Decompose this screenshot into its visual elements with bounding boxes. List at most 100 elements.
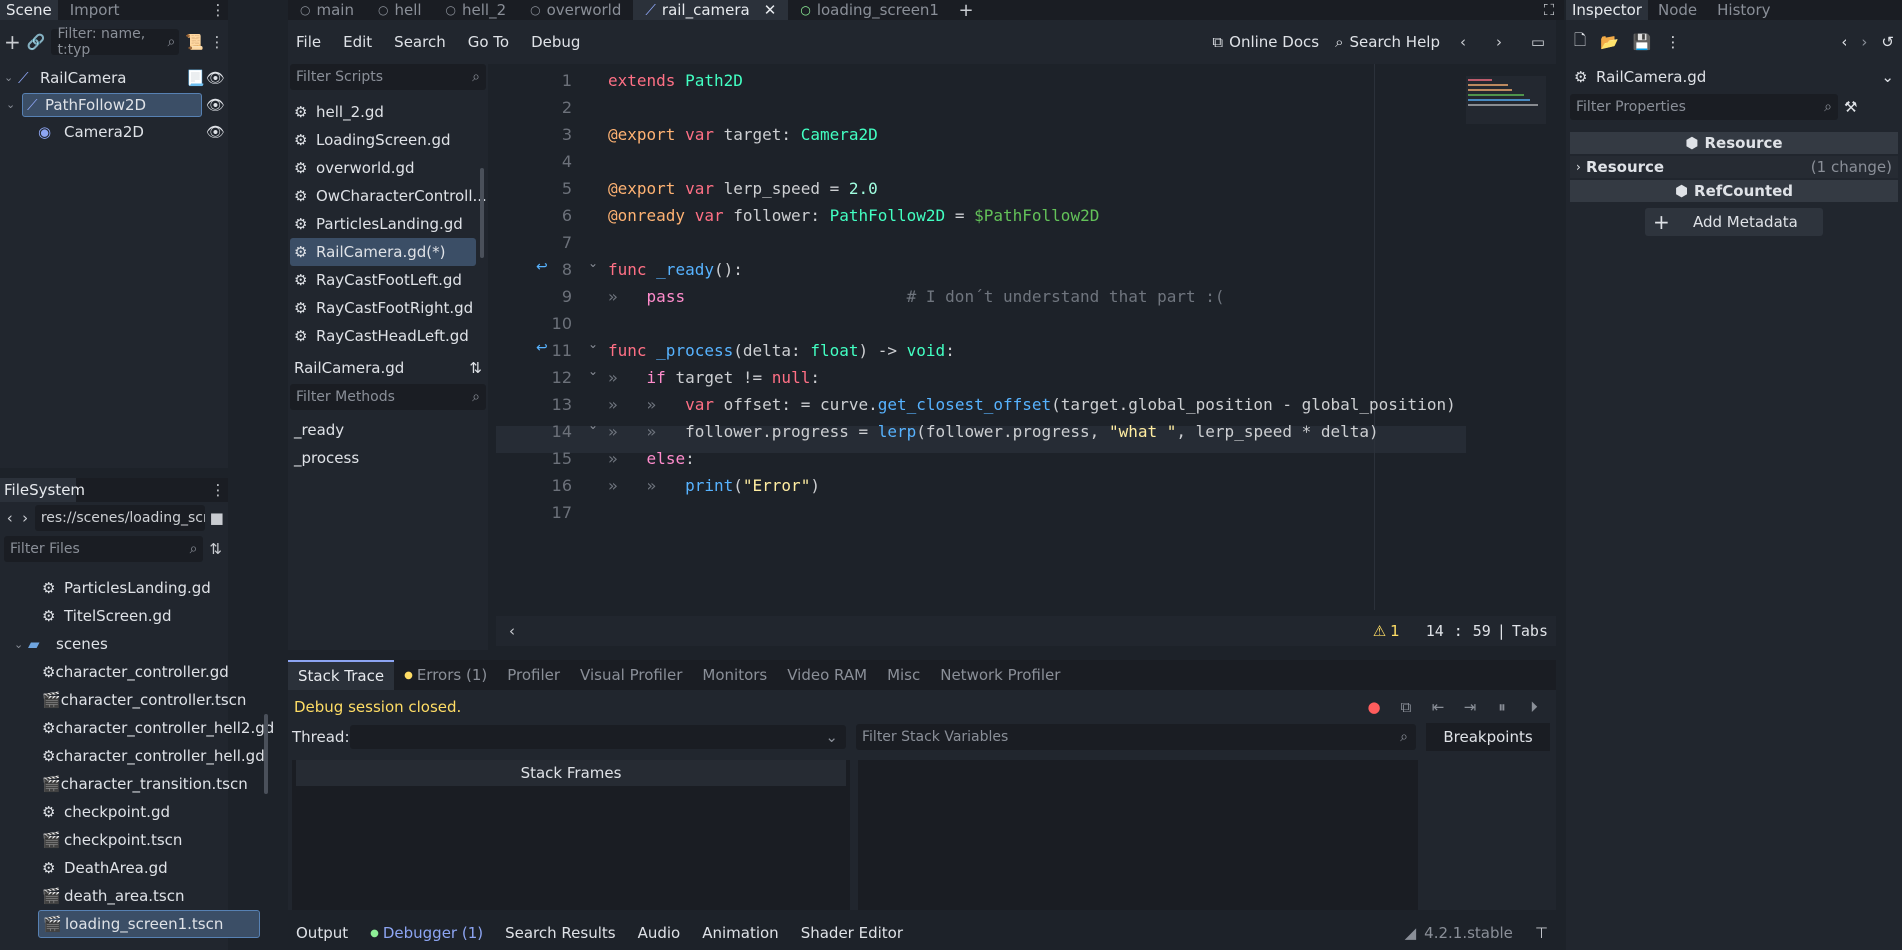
menu-edit[interactable]: Edit bbox=[343, 33, 372, 51]
back-icon[interactable]: ‹ bbox=[4, 509, 15, 527]
warning-count[interactable]: 1 bbox=[1390, 622, 1400, 640]
method-item[interactable]: _process bbox=[288, 444, 488, 472]
toggle-scripts-panel-icon[interactable]: ‹ bbox=[504, 622, 520, 640]
fold-chevron-icon[interactable]: ⌄ bbox=[588, 256, 598, 270]
add-tab-icon[interactable]: + bbox=[951, 0, 981, 21]
continue-icon[interactable]: ⏵ bbox=[1518, 698, 1550, 716]
tree-item-railcamera[interactable]: ⌄ ⟋ RailCamera 📃 👁 bbox=[0, 64, 228, 91]
filter-scripts-input[interactable]: Filter Scripts ⌕ bbox=[290, 64, 486, 90]
script-item[interactable]: ⚙ OwCharacterControll... bbox=[288, 182, 488, 210]
tab-debugger[interactable]: ● Debugger (1) bbox=[370, 924, 483, 942]
script-item[interactable]: ⚙ overworld.gd bbox=[288, 154, 488, 182]
file-item-selected[interactable]: 🎬 loading_screen1.tscn bbox=[38, 910, 260, 938]
search-help-button[interactable]: ⌕ Search Help bbox=[1335, 33, 1440, 51]
sort-icon[interactable]: ⇅ bbox=[207, 540, 224, 558]
tab-node[interactable]: Node bbox=[1648, 0, 1707, 20]
tab-hell-2[interactable]: ○ hell_2 bbox=[434, 0, 519, 20]
history-icon[interactable]: ↺ bbox=[1881, 33, 1894, 51]
sort-icon[interactable]: ⇅ bbox=[469, 359, 482, 377]
new-resource-icon[interactable]: 🗋 bbox=[1574, 30, 1586, 55]
file-item[interactable]: ⚙ ParticlesLanding.gd bbox=[0, 574, 228, 602]
pause-icon[interactable]: ⏸ bbox=[1486, 698, 1518, 716]
tab-misc[interactable]: Misc bbox=[877, 660, 930, 690]
tab-filesystem[interactable]: FileSystem bbox=[0, 478, 85, 502]
tab-history[interactable]: History bbox=[1707, 0, 1780, 20]
step-over-icon[interactable]: ⇥ bbox=[1454, 698, 1486, 716]
file-item[interactable]: ⚙ checkpoint.gd bbox=[0, 798, 228, 826]
script-item[interactable]: ⚙ RayCastHeadLeft.gd bbox=[288, 322, 488, 350]
tab-hell[interactable]: ○ hell bbox=[366, 0, 434, 20]
menu-dots-icon[interactable]: ⋮ bbox=[208, 1, 228, 19]
code-minimap[interactable] bbox=[1466, 76, 1546, 124]
tab-profiler[interactable]: Profiler bbox=[497, 660, 570, 690]
tab-loading-screen1[interactable]: ○ loading_screen1 bbox=[788, 0, 951, 20]
code-editor[interactable]: 1 2 3 4 5 6 7 8 9 10 11 12 13 14 15 16 1… bbox=[496, 64, 1556, 610]
group-resource[interactable]: › Resource (1 change) bbox=[1570, 156, 1898, 178]
file-item[interactable]: ⚙ DeathArea.gd bbox=[0, 854, 228, 882]
breakpoints-button[interactable]: Breakpoints bbox=[1426, 723, 1550, 751]
tab-scene[interactable]: Scene bbox=[0, 0, 58, 20]
record-icon[interactable]: ● bbox=[1358, 698, 1390, 716]
file-item[interactable]: 🎬 death_area.tscn bbox=[0, 882, 228, 910]
thread-select[interactable]: ⌄ bbox=[350, 725, 846, 749]
file-item[interactable]: 🎬 checkpoint.tscn bbox=[0, 826, 228, 854]
filter-methods-input[interactable]: Filter Methods ⌕ bbox=[290, 384, 486, 410]
tab-rail-camera[interactable]: ⟋ rail_camera ✕ bbox=[633, 0, 789, 20]
menu-debug[interactable]: Debug bbox=[531, 33, 580, 51]
script-item[interactable]: ⚙ RayCastFootRight.gd bbox=[288, 294, 488, 322]
tab-shader-editor[interactable]: Shader Editor bbox=[801, 924, 903, 942]
close-icon[interactable]: ✕ bbox=[764, 1, 777, 19]
split-view-icon[interactable]: ■ bbox=[209, 509, 224, 527]
step-into-icon[interactable]: ⇤ bbox=[1422, 698, 1454, 716]
script-icon[interactable]: 📃 bbox=[186, 69, 206, 87]
tab-output[interactable]: Output bbox=[296, 924, 348, 942]
tree-item-pathfollow2d[interactable]: ⌄ ⟋ PathFollow2D 👁 bbox=[0, 91, 228, 118]
menu-file[interactable]: File bbox=[296, 33, 321, 51]
override-arrow-icon[interactable]: ↩ bbox=[536, 259, 548, 275]
tab-inspector[interactable]: Inspector bbox=[1566, 0, 1648, 20]
eye-icon[interactable]: 👁 bbox=[206, 123, 228, 141]
tab-overworld[interactable]: ○ overworld bbox=[518, 0, 633, 20]
tab-monitors[interactable]: Monitors bbox=[692, 660, 777, 690]
menu-dots-icon[interactable]: ⋮ bbox=[208, 481, 228, 499]
filesystem-filter-input[interactable]: Filter Files ⌕ bbox=[4, 536, 204, 562]
menu-dots-icon[interactable]: ⋮ bbox=[210, 33, 225, 51]
add-node-icon[interactable]: + bbox=[4, 30, 21, 54]
tab-search-results[interactable]: Search Results bbox=[505, 924, 615, 942]
tab-network-profiler[interactable]: Network Profiler bbox=[930, 660, 1070, 690]
folder-item[interactable]: ⌄ ▰ scenes bbox=[0, 630, 228, 658]
open-folder-icon[interactable]: 📂 bbox=[1600, 33, 1619, 51]
file-item[interactable]: ⚙ character_controller_hell2.gd bbox=[0, 714, 274, 742]
menu-go-to[interactable]: Go To bbox=[468, 33, 509, 51]
pin-bottom-panel-icon[interactable]: ⊤ bbox=[1535, 924, 1548, 942]
menu-search[interactable]: Search bbox=[394, 33, 446, 51]
fold-chevron-icon[interactable]: ⌄ bbox=[588, 337, 598, 351]
indent-mode[interactable]: Tabs bbox=[1512, 622, 1548, 640]
filesystem-scrollbar[interactable] bbox=[264, 714, 268, 794]
tab-main[interactable]: ○ main bbox=[288, 0, 366, 20]
forward-icon[interactable]: › bbox=[1492, 33, 1506, 51]
back-icon[interactable]: ‹ bbox=[1841, 33, 1847, 51]
back-icon[interactable]: ‹ bbox=[1456, 33, 1470, 51]
script-item[interactable]: ⚙ RayCastFootLeft.gd bbox=[288, 266, 488, 294]
filter-properties-input[interactable]: Filter Properties ⌕ bbox=[1570, 94, 1838, 120]
file-item[interactable]: ⚙ character_controller_hell.gd bbox=[0, 742, 265, 770]
file-item[interactable]: 🎬 character_transition.tscn bbox=[0, 770, 248, 798]
tab-animation[interactable]: Animation bbox=[702, 924, 778, 942]
tab-stack-trace[interactable]: Stack Trace bbox=[288, 660, 395, 690]
script-item[interactable]: ⚙ ParticlesLanding.gd bbox=[288, 210, 488, 238]
attach-script-icon[interactable]: 📜 bbox=[185, 33, 204, 51]
fold-chevron-icon[interactable]: ⌄ bbox=[588, 364, 598, 378]
forward-icon[interactable]: › bbox=[19, 509, 30, 527]
tab-import[interactable]: Import bbox=[58, 0, 132, 20]
script-list-scrollbar[interactable] bbox=[480, 168, 484, 258]
forward-icon[interactable]: › bbox=[1861, 33, 1867, 51]
script-item[interactable]: ⚙ LoadingScreen.gd bbox=[288, 126, 488, 154]
float-window-icon[interactable]: ▭ bbox=[1528, 33, 1548, 51]
tree-item-camera2d[interactable]: ◉ Camera2D 👁 bbox=[0, 118, 228, 145]
save-icon[interactable]: 💾 bbox=[1633, 33, 1652, 51]
tab-visual-profiler[interactable]: Visual Profiler bbox=[570, 660, 692, 690]
file-item[interactable]: ⚙ TitelScreen.gd bbox=[0, 602, 228, 630]
copy-icon[interactable]: ⧉ bbox=[1390, 698, 1422, 716]
link-icon[interactable]: 🔗 bbox=[27, 33, 46, 51]
